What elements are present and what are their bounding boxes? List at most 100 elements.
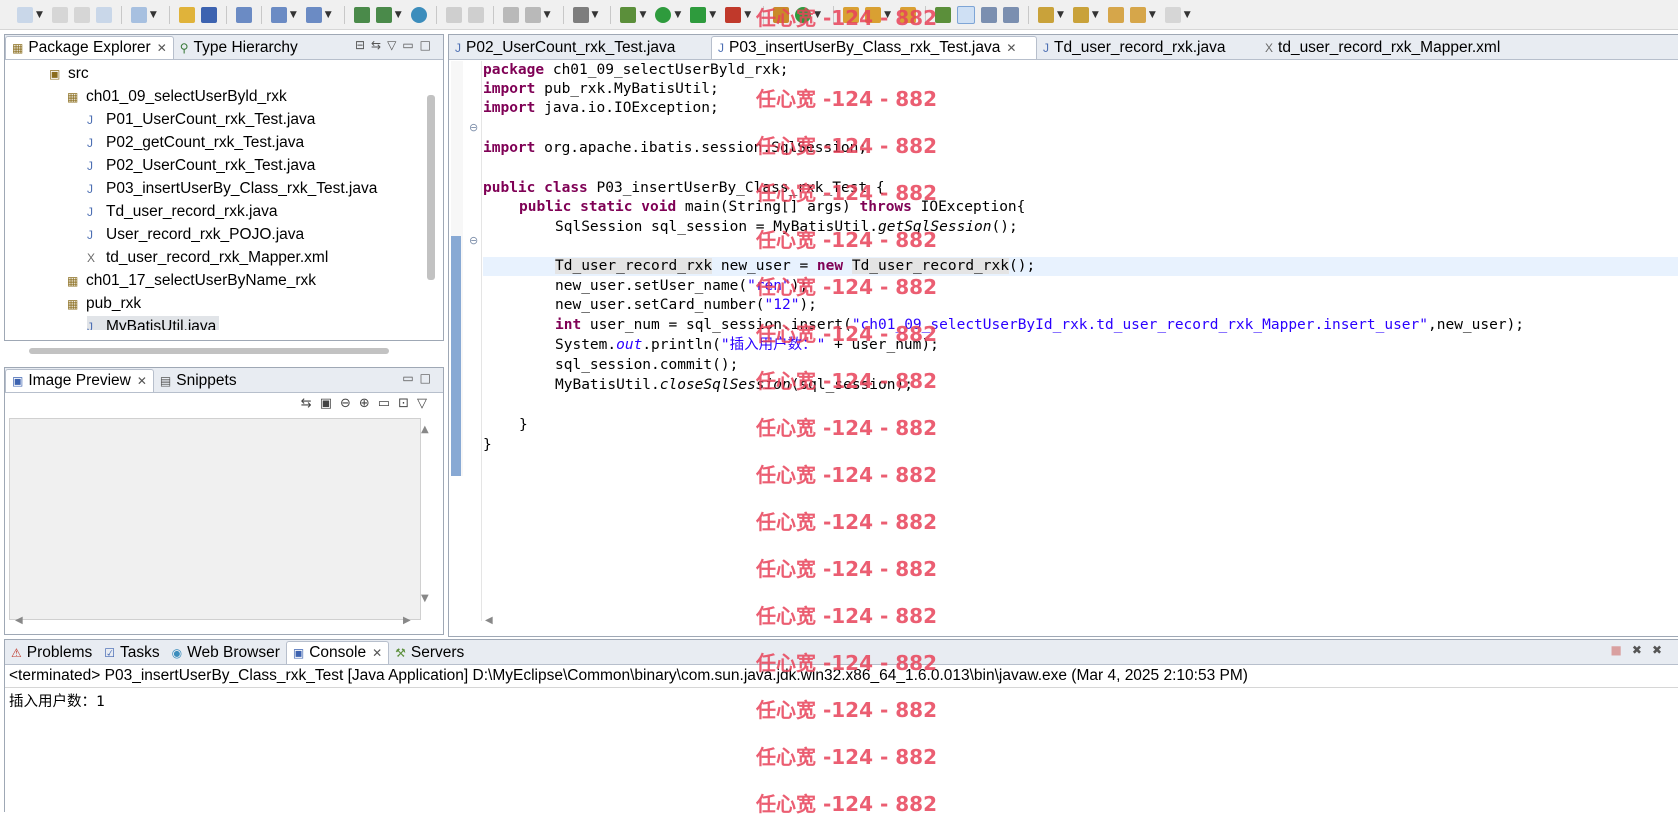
maximize-icon[interactable]: □ xyxy=(420,371,437,385)
close-icon[interactable]: ✕ xyxy=(372,646,382,660)
tab-type-hierarchy[interactable]: ⚲ Type Hierarchy xyxy=(174,36,304,59)
globe-icon[interactable] xyxy=(524,6,541,23)
scroll-left-icon[interactable]: ◀ xyxy=(485,615,493,626)
link-icon[interactable]: ⇆ xyxy=(301,396,320,411)
close-icon[interactable]: ✕ xyxy=(1006,41,1016,55)
scroll-down-icon[interactable]: ▼ xyxy=(421,593,429,604)
new-icon[interactable] xyxy=(17,6,33,23)
actual-size-icon[interactable]: ▭ xyxy=(378,396,398,411)
editor-tab[interactable]: Xtd_user_record_rxk_Mapper.xml xyxy=(1259,36,1539,59)
fit-icon[interactable]: ▣ xyxy=(320,396,340,411)
save-all-icon[interactable] xyxy=(73,6,90,23)
minimize-icon[interactable]: ▭ xyxy=(402,371,419,385)
chevron-down-icon[interactable]: ▼ xyxy=(290,10,297,20)
debug-icon[interactable] xyxy=(620,6,637,23)
camera-icon[interactable] xyxy=(572,6,589,23)
tab-image-preview[interactable]: ▣ Image Preview ✕ xyxy=(5,369,154,392)
chevron-down-icon[interactable]: ▼ xyxy=(744,10,751,20)
chevron-down-icon[interactable]: ▼ xyxy=(709,10,716,20)
chevron-down-icon[interactable]: ▼ xyxy=(36,10,43,20)
zoom-in-icon[interactable]: ⊕ xyxy=(359,396,378,411)
pin-icon[interactable] xyxy=(934,6,951,23)
open-type-icon[interactable] xyxy=(235,6,252,23)
terminate-icon[interactable]: ■ xyxy=(1611,643,1632,657)
chevron-down-icon[interactable]: ▼ xyxy=(1057,10,1064,20)
tab-servers[interactable]: ⚒ Servers xyxy=(389,641,470,664)
forward-icon[interactable] xyxy=(467,6,484,23)
chevron-down-icon[interactable]: ▼ xyxy=(1149,10,1156,20)
tree-item-java-file[interactable]: J P02_UserCount_rxk_Test.java xyxy=(87,155,315,176)
chevron-down-icon[interactable]: ▼ xyxy=(1092,10,1099,20)
zoom-out-icon[interactable]: ⊖ xyxy=(340,396,359,411)
close-icon[interactable]: ✕ xyxy=(157,41,167,55)
fold-toggle-icon[interactable]: ⊖ xyxy=(469,234,478,247)
scroll-right-icon[interactable]: ▶ xyxy=(403,615,411,626)
tab-web-browser[interactable]: ◉ Web Browser xyxy=(166,641,286,664)
tree-item-java-file[interactable]: J Td_user_record_rxk.java xyxy=(87,201,277,222)
tab-console[interactable]: ▣ Console ✕ xyxy=(285,641,390,664)
tree-item-java-file[interactable]: J User_record_rxk_POJO.java xyxy=(87,224,304,245)
tree-item-java-file[interactable]: J P01_UserCount_rxk_Test.java xyxy=(87,109,315,130)
back-icon[interactable] xyxy=(445,6,462,23)
tree-item-src[interactable]: ▣ src xyxy=(49,63,89,84)
external-tools-icon[interactable] xyxy=(725,6,742,23)
gear-icon[interactable] xyxy=(502,6,519,23)
server-icon[interactable] xyxy=(375,6,392,23)
scroll-left-icon[interactable]: ◀ xyxy=(15,615,23,626)
save-icon[interactable] xyxy=(51,6,68,23)
collapse-all-icon[interactable]: ⊟ xyxy=(355,38,371,52)
maximize-icon[interactable]: □ xyxy=(420,38,437,52)
print-icon[interactable] xyxy=(95,6,112,23)
tree-item-java-file[interactable]: J P02_getCount_rxk_Test.java xyxy=(87,132,304,153)
view-menu-icon[interactable]: ▽ xyxy=(417,396,435,411)
scroll-up-icon[interactable]: ▲ xyxy=(421,424,429,435)
editor-tab-active[interactable]: J P03_insertUserBy_Class_rxk_Test.java ✕ xyxy=(711,36,1037,59)
tree-item-xml-file[interactable]: Xtd_user_record_rxk_Mapper.xml xyxy=(87,247,328,268)
tree-item-java-file[interactable]: J P03_insertUserBy_Class_rxk_Test.java xyxy=(87,178,377,199)
editor-tab[interactable]: J Td_user_record_rxk.java xyxy=(1037,36,1259,59)
tree-item-package[interactable]: ▦ ch01_09_selectUserByld_rxk xyxy=(67,86,287,107)
remove-all-icon[interactable]: ✖ xyxy=(1652,643,1672,657)
run-as-icon[interactable] xyxy=(690,6,707,23)
class-icon[interactable] xyxy=(200,6,217,23)
fold-toggle-icon[interactable]: ⊖ xyxy=(469,121,478,134)
horizontal-scrollbar[interactable] xyxy=(29,348,389,354)
code-area[interactable]: package ch01_09_selectUserByld_rxk; impo… xyxy=(483,61,1678,621)
chevron-down-icon[interactable]: ▼ xyxy=(150,10,157,20)
tab-tasks[interactable]: ☑ Tasks xyxy=(98,641,165,664)
chevron-down-icon[interactable]: ▼ xyxy=(1184,10,1191,20)
package-icon[interactable] xyxy=(178,6,195,23)
run-icon[interactable] xyxy=(655,6,672,23)
block-select-icon[interactable] xyxy=(980,6,997,23)
search-icon[interactable] xyxy=(270,6,287,23)
forward-icon[interactable] xyxy=(1164,6,1181,23)
tab-snippets[interactable]: ▤ Snippets xyxy=(154,369,243,392)
prev-annotation-icon[interactable] xyxy=(1072,6,1089,23)
view-menu-icon[interactable]: ▽ xyxy=(387,38,402,52)
close-icon[interactable]: ✕ xyxy=(137,374,147,388)
tab-package-explorer[interactable]: ▦ Package Explorer ✕ xyxy=(5,36,174,59)
chevron-down-icon[interactable]: ▼ xyxy=(674,10,681,20)
vertical-scrollbar[interactable] xyxy=(427,95,435,280)
chevron-down-icon[interactable]: ▼ xyxy=(325,10,332,20)
tree-item-java-file-selected[interactable]: J MyBatisUtil.java xyxy=(87,316,220,330)
remove-launch-icon[interactable]: ✖ xyxy=(1632,643,1652,657)
fit-window-icon[interactable]: ⊡ xyxy=(398,396,417,411)
chevron-down-icon[interactable]: ▼ xyxy=(544,10,551,20)
editor-tab[interactable]: J P02_UserCount_rxk_Test.java xyxy=(449,36,711,59)
web-icon[interactable] xyxy=(410,6,427,23)
chevron-down-icon[interactable]: ▼ xyxy=(395,10,402,20)
new-wizard-icon[interactable] xyxy=(130,6,147,23)
next-annotation-icon[interactable] xyxy=(1037,6,1054,23)
deploy-icon[interactable] xyxy=(353,6,370,23)
tab-problems[interactable]: ⚠ Problems xyxy=(5,641,98,664)
chevron-down-icon[interactable]: ▼ xyxy=(639,10,646,20)
tree-item-package[interactable]: ▦ pub_rxk xyxy=(67,293,141,314)
chevron-down-icon[interactable]: ▼ xyxy=(592,10,599,20)
tree-item-package[interactable]: ▦ ch01_17_selectUserByName_rxk xyxy=(67,270,316,291)
whitespace-icon[interactable] xyxy=(1002,6,1019,23)
highlight-icon[interactable] xyxy=(956,5,975,24)
link-editor-icon[interactable]: ⇆ xyxy=(371,38,387,52)
minimize-icon[interactable]: ▭ xyxy=(402,38,419,52)
last-edit-icon[interactable] xyxy=(1107,6,1124,23)
